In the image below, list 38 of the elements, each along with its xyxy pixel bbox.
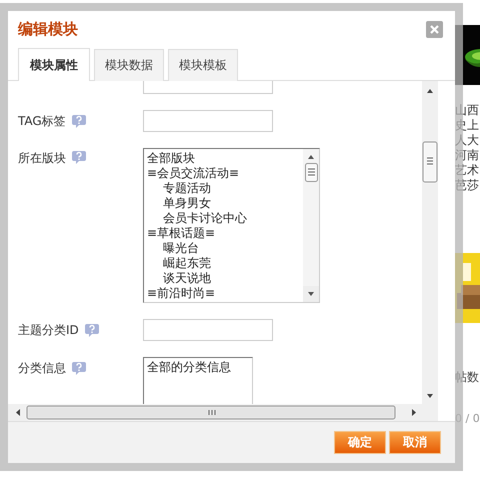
dialog-title: 编辑模块 <box>18 20 78 39</box>
list-option[interactable]: 谈天说地 <box>147 271 300 286</box>
tab[interactable]: 模块模板 <box>168 49 238 81</box>
tab[interactable]: 模块数据 <box>94 49 164 81</box>
list-option[interactable]: 会员卡讨论中心 <box>147 211 300 226</box>
list-option[interactable]: ≡草根话题≡ <box>147 226 300 241</box>
list-option[interactable]: ≡会员交流活动≡ <box>147 166 300 181</box>
field-label: 分类信息 <box>18 360 66 376</box>
headline-link[interactable]: 人大 <box>455 133 480 148</box>
headline-link[interactable]: 河南 <box>455 148 480 163</box>
list-option[interactable]: ≡前沿时尚≡ <box>147 286 300 301</box>
help-icon <box>72 361 86 375</box>
list-option[interactable]: 全部的分类信息 <box>147 360 249 375</box>
list-option[interactable]: 崛起东莞 <box>147 256 300 271</box>
scroll-thumb <box>304 163 318 182</box>
list-option[interactable]: 曝光台 <box>147 241 300 256</box>
tab[interactable]: 模块属性 <box>18 48 90 81</box>
field-label: TAG标签 <box>18 112 66 130</box>
help-icon <box>84 323 99 337</box>
field-label: 主题分类ID <box>18 322 79 338</box>
field-label: 所在版块 <box>18 150 66 167</box>
headline-link[interactable]: 山西 <box>455 103 480 118</box>
scroll-up-icon <box>308 155 314 159</box>
headline-link[interactable]: 艺术 <box>455 163 480 178</box>
headline-link[interactable]: 史上 <box>455 118 480 133</box>
input-field[interactable] <box>143 110 273 132</box>
headline-link[interactable]: 芭莎 <box>455 178 480 193</box>
help-icon <box>72 114 86 128</box>
list-option[interactable]: 单身男女 <box>147 196 300 211</box>
close-icon <box>430 25 439 34</box>
input-field[interactable] <box>143 319 273 341</box>
list-box[interactable]: 全部版块 ≡会员交流活动≡ 专题活动 单身男女 会员卡讨论中心 ≡草根话题≡ 曝光台 崛起东莞 谈天说地 ≡前沿时尚≡ <box>143 148 320 303</box>
scroll-down-icon <box>303 286 319 302</box>
help-icon <box>72 150 86 164</box>
list-option[interactable]: 全部版块 <box>147 151 300 166</box>
list-option[interactable]: 专题活动 <box>147 181 300 196</box>
column-header: 帖数 <box>455 369 480 386</box>
close-button[interactable] <box>426 21 443 38</box>
